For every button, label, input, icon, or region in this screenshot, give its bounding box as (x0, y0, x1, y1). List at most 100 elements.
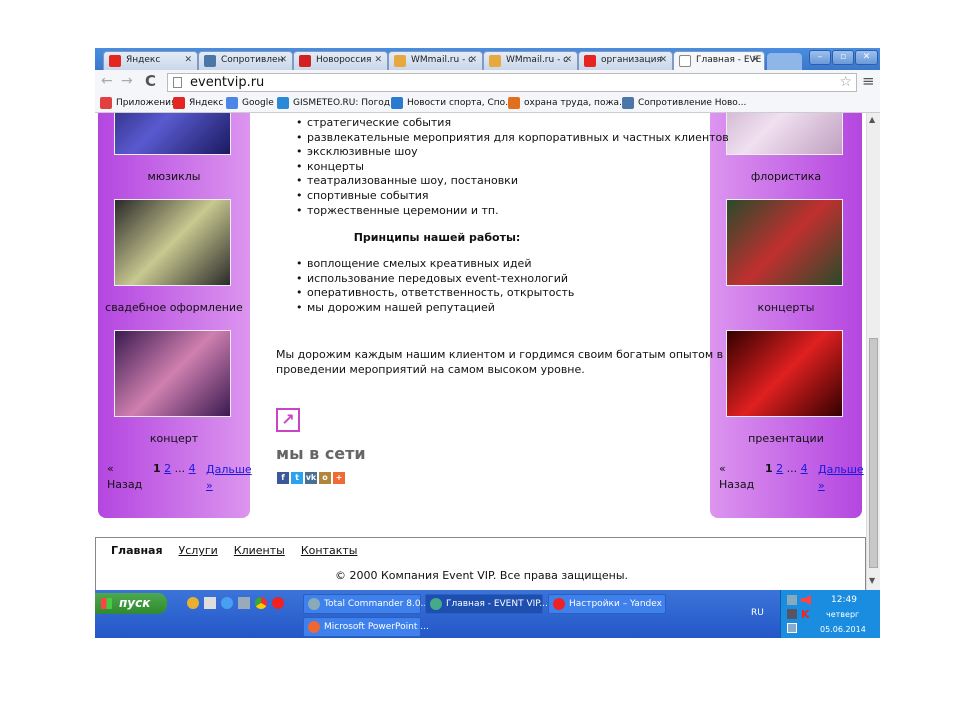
pager-page-last[interactable]: 4 (801, 462, 808, 475)
volume-icon[interactable] (801, 595, 811, 605)
twitter-icon[interactable]: t (291, 472, 303, 484)
bookmark-item[interactable]: Яндекс (173, 97, 223, 109)
news-icon (299, 55, 311, 67)
close-tab-icon[interactable]: ✕ (564, 52, 572, 69)
taskbar-button[interactable]: Microsoft PowerPoint ... (303, 617, 429, 637)
thumbnail-caption[interactable]: концерты (710, 301, 862, 314)
close-tab-icon[interactable]: ✕ (659, 52, 667, 69)
pager-next-arrow[interactable]: » (818, 479, 825, 492)
ie-icon[interactable] (221, 597, 233, 609)
odnoklassniki-icon[interactable]: o (319, 472, 331, 484)
footer-nav-0[interactable]: Главная (111, 544, 163, 557)
footer: Главная Услуги Клиенты Контакты © 2000 Комп… (95, 537, 866, 590)
taskbar-button[interactable]: Total Commander 8.0... (303, 594, 429, 614)
scrollbar-thumb[interactable] (869, 338, 878, 568)
pager-prev-label[interactable]: Назад (719, 478, 754, 491)
pager-next-link[interactable]: Дальше (818, 463, 864, 476)
desktop-icon[interactable] (238, 597, 250, 609)
network-icon[interactable] (787, 595, 797, 605)
bookmark-label: Сопротивление Ново... (638, 98, 747, 108)
facebook-icon[interactable]: f (277, 472, 289, 484)
pager-prev[interactable]: « (107, 462, 114, 475)
close-tab-icon[interactable]: ✕ (374, 52, 382, 69)
thumbnail-image[interactable] (114, 113, 231, 155)
thumbnail-image[interactable] (726, 330, 843, 417)
app-icon (430, 598, 442, 610)
bookmark-item[interactable]: Новости спорта, Спо... (391, 97, 514, 109)
thumbnail-image[interactable] (114, 330, 231, 417)
forward-icon[interactable]: → (121, 73, 133, 89)
tab[interactable]: WMmail.ru - c ✕ (388, 51, 483, 70)
quicklaunch-icon[interactable] (187, 597, 199, 609)
kaspersky-icon[interactable]: K (801, 608, 810, 621)
address-bar[interactable]: eventvip.ru ☆ (167, 73, 857, 92)
footer-nav-2[interactable]: Клиенты (234, 544, 285, 557)
yandex-browser-icon[interactable] (272, 597, 284, 609)
pager-next[interactable]: Дальше » (206, 462, 252, 494)
thumbnail-caption[interactable]: флористика (710, 170, 862, 183)
tab[interactable]: Главная - EVE ✕ (673, 51, 765, 70)
pager-numbers: 1 2 ... 4 (153, 462, 196, 475)
back-icon[interactable]: ← (101, 73, 113, 89)
bookmarks-bar: Приложения Яндекс Google GISMETEO.RU: Погод… (95, 94, 880, 113)
pager-prev[interactable]: « (719, 462, 726, 475)
more-icon[interactable]: + (333, 472, 345, 484)
bookmark-item[interactable]: Приложения (100, 97, 176, 109)
minimize-button[interactable]: – (809, 50, 831, 65)
chrome-icon[interactable] (255, 597, 267, 609)
language-indicator[interactable]: RU (751, 608, 764, 618)
new-tab-button[interactable] (767, 53, 802, 70)
pager-prev-label[interactable]: Назад (107, 478, 142, 491)
thumbnail-image[interactable] (114, 199, 231, 286)
scrollbar[interactable]: ▲ ▼ (866, 113, 880, 590)
bookmark-label: Новости спорта, Спо... (407, 98, 514, 108)
pager-page-last[interactable]: 4 (189, 462, 196, 475)
pager-next[interactable]: Дальше » (818, 462, 864, 494)
footer-nav-3[interactable]: Контакты (301, 544, 358, 557)
bookmark-label: Приложения (116, 98, 177, 108)
tray-icon[interactable] (787, 609, 797, 619)
footer-nav-1[interactable]: Услуги (179, 544, 218, 557)
menu-icon[interactable]: ≡ (862, 72, 875, 90)
pager-next-link[interactable]: Дальше (206, 463, 252, 476)
thumbnail-image[interactable] (726, 113, 843, 155)
tab[interactable]: Сопротивлен ✕ (198, 51, 293, 70)
share-arrow-icon[interactable]: ↗ (276, 408, 300, 432)
close-tab-icon[interactable]: ✕ (469, 52, 477, 69)
pager-next-arrow[interactable]: » (206, 479, 213, 492)
tab[interactable]: WMmail.ru - c ✕ (483, 51, 578, 70)
close-tab-icon[interactable]: ✕ (279, 52, 287, 69)
page-icon (679, 55, 691, 67)
tab[interactable]: организация ✕ (578, 51, 673, 70)
close-window-button[interactable]: ✕ (855, 50, 878, 65)
quicklaunch-icon[interactable] (204, 597, 216, 609)
star-icon[interactable]: ☆ (839, 74, 852, 91)
pager-current: 1 (765, 462, 773, 475)
thumbnail-caption[interactable]: свадебное оформление (98, 301, 250, 314)
maximize-button[interactable]: ▫ (832, 50, 854, 65)
tray-icon[interactable] (787, 623, 797, 633)
thumbnail-caption[interactable]: презентации (710, 432, 862, 445)
tab[interactable]: Новороссия ✕ (293, 51, 388, 70)
bookmark-item[interactable]: Google (226, 97, 274, 109)
thumbnail-caption[interactable]: концерт (98, 432, 250, 445)
pager-ellipsis: ... (174, 462, 186, 475)
tab-label: Яндекс (126, 55, 161, 65)
taskbar-button[interactable]: Главная - EVENT VIP... (425, 594, 548, 614)
tab[interactable]: Яндекс ✕ (103, 51, 198, 70)
bookmark-item[interactable]: Сопротивление Ново... (622, 97, 746, 109)
bookmark-item[interactable]: охрана труда, пожа... (508, 97, 628, 109)
thumbnail-image[interactable] (726, 199, 843, 286)
reload-icon[interactable]: C (145, 72, 156, 90)
intro-paragraph-line2: проведении мероприятий на самом высоком … (276, 363, 585, 376)
pager-page-2[interactable]: 2 (164, 462, 171, 475)
bookmark-item[interactable]: GISMETEO.RU: Погод... (277, 97, 399, 109)
taskbar-button[interactable]: Настройки – Yandex (548, 594, 666, 614)
close-tab-icon[interactable]: ✕ (184, 52, 192, 69)
pager-page-2[interactable]: 2 (776, 462, 783, 475)
vk-icon[interactable]: vk (305, 472, 317, 484)
thumbnail-caption[interactable]: мюзиклы (98, 170, 250, 183)
close-tab-icon[interactable]: ✕ (751, 52, 759, 69)
yandex-icon (109, 55, 121, 67)
start-button[interactable]: пуск (95, 593, 167, 614)
